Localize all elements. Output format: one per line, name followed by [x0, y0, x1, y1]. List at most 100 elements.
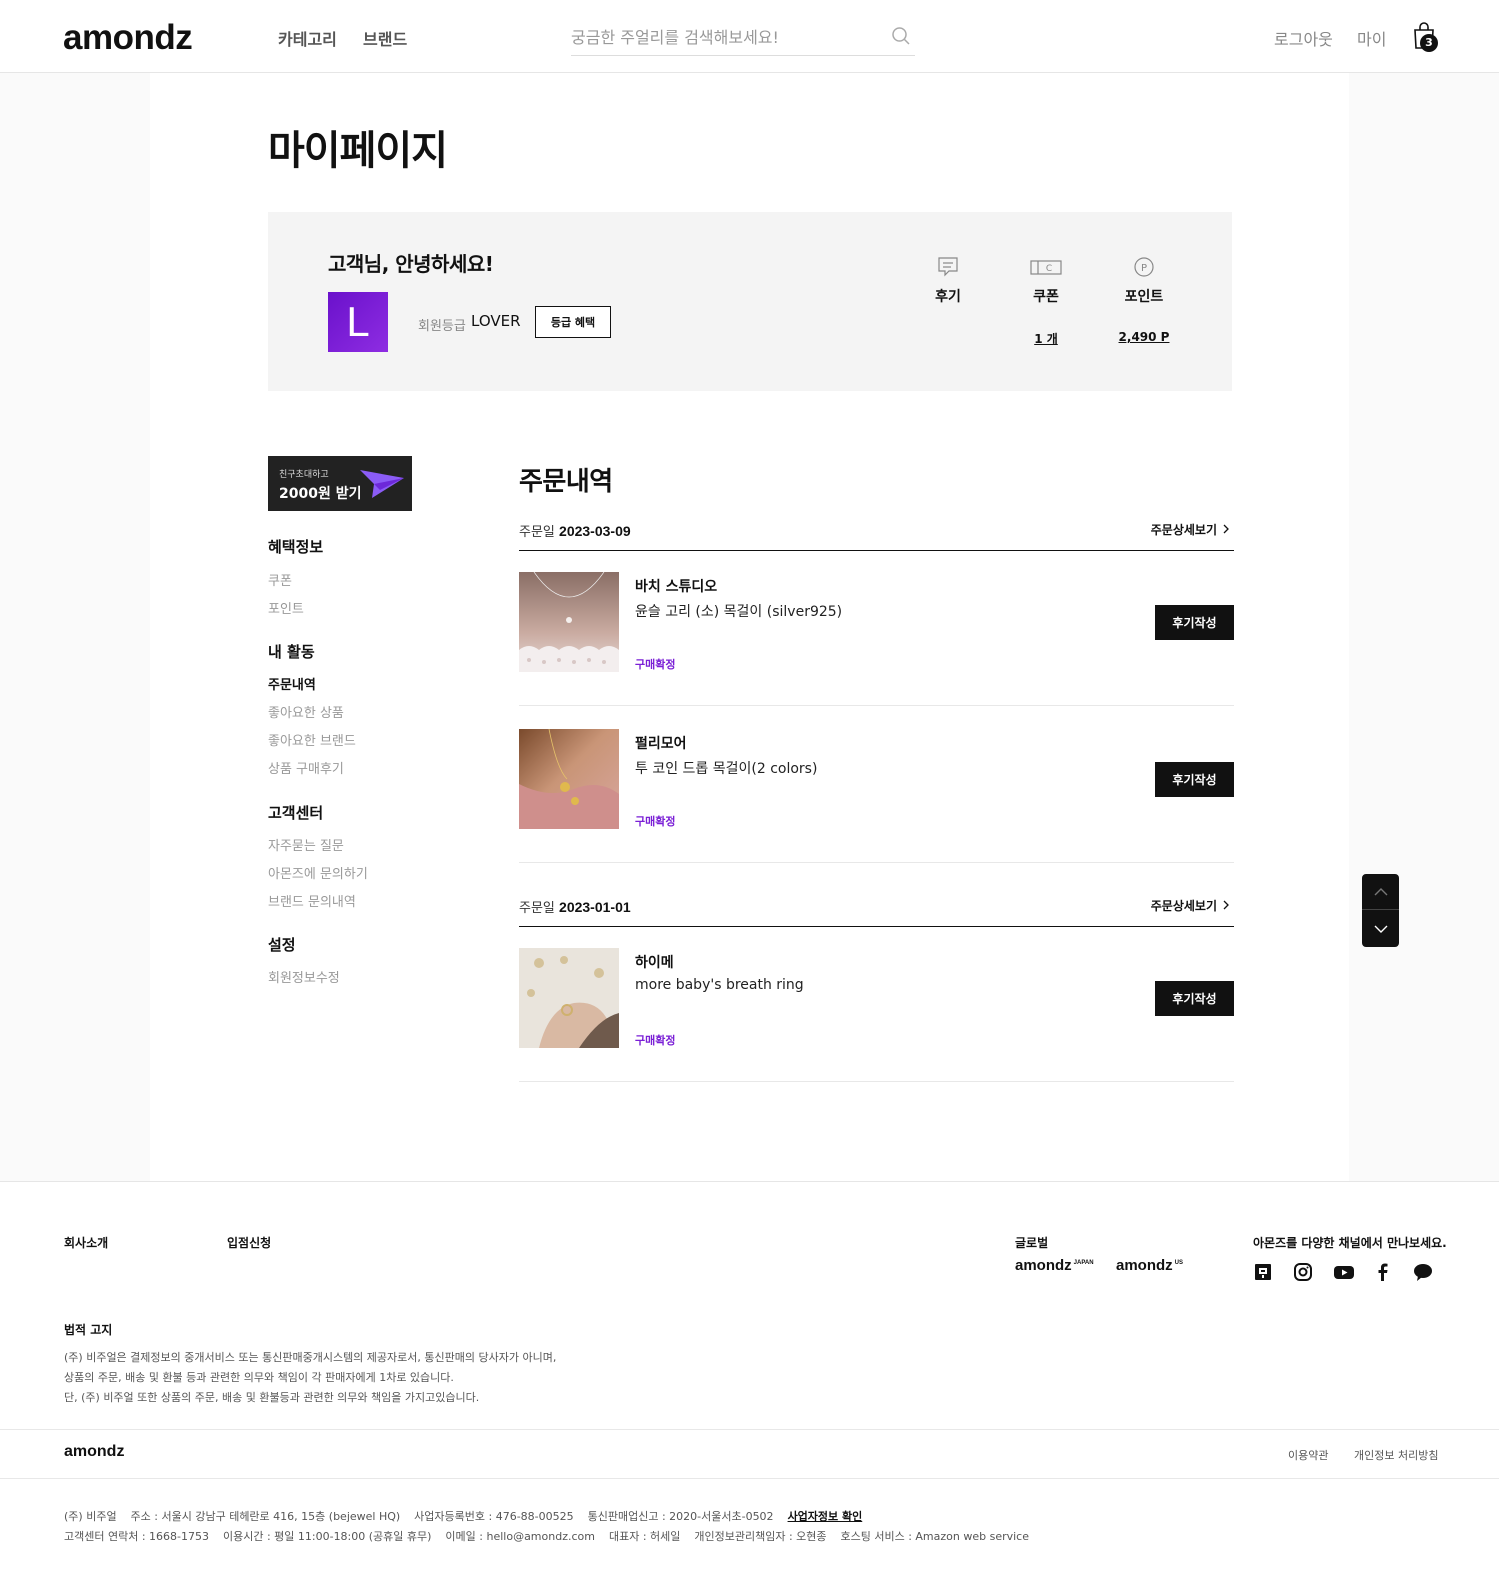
product-brand[interactable]: 펄리모어 — [635, 733, 687, 753]
grade-benefit-button[interactable]: 등급 혜택 — [535, 306, 611, 338]
order-group-header: 주문일 2023-01-01 주문상세보기 — [519, 897, 1234, 927]
legal-line: 단, (주) 비주얼 또한 상품의 주문, 배송 및 환불등과 관련한 의무와 … — [64, 1391, 480, 1404]
invite-banner[interactable]: 친구초대하고 2000원 받기 — [268, 456, 412, 511]
review-icon — [908, 256, 988, 278]
global-site-us-name: amondz — [1116, 1257, 1173, 1274]
write-review-button[interactable]: 후기작성 — [1155, 762, 1234, 797]
footer: 회사소개 입점신청 글로벌 amondz JAPAN amondz US 아몬즈를 … — [0, 1181, 1499, 1591]
footer-logo[interactable]: amondz — [64, 1443, 124, 1461]
side-item-point[interactable]: 포인트 — [268, 598, 304, 617]
stat-coupon[interactable]: C 쿠폰 1 개 — [1006, 256, 1086, 346]
blog-icon[interactable] — [1253, 1262, 1275, 1284]
terms-link[interactable]: 이용약관 — [1288, 1447, 1328, 1463]
biz-check-link[interactable]: 사업자정보 확인 — [788, 1510, 863, 1523]
side-item-reviews[interactable]: 상품 구매후기 — [268, 758, 344, 777]
footer-bar: amondz 이용약관 개인정보 처리방침 — [0, 1429, 1499, 1479]
logout-link[interactable]: 로그아웃 — [1274, 26, 1333, 50]
side-item-faq[interactable]: 자주묻는 질문 — [268, 835, 344, 854]
order-detail-link[interactable]: 주문상세보기 — [1151, 897, 1230, 914]
cart-count-badge: 3 — [1420, 34, 1438, 52]
product-name[interactable]: 윤슬 고리 (소) 목걸이 (silver925) — [635, 601, 842, 621]
header: amondz 카테고리 브랜드 로그아웃 마이 3 — [0, 0, 1499, 73]
side-item-coupon[interactable]: 쿠폰 — [268, 570, 292, 589]
search-bar — [571, 20, 915, 56]
write-review-button[interactable]: 후기작성 — [1155, 981, 1234, 1016]
global-site-japan[interactable]: amondz JAPAN — [1015, 1257, 1094, 1274]
side-heading-settings: 설정 — [268, 936, 296, 954]
svg-text:C: C — [1046, 264, 1052, 274]
stat-review-label: 후기 — [935, 289, 961, 305]
search-input[interactable] — [571, 20, 871, 54]
order-status: 구매확정 — [635, 1034, 676, 1047]
side-item-brand-inquiry[interactable]: 브랜드 문의내역 — [268, 891, 356, 910]
order-item: 펄리모어 투 코인 드롭 목걸이(2 colors) 구매확정 후기작성 — [519, 705, 1234, 863]
company-info-text: (주) 비주얼 주소 : 서울시 강남구 테헤란로 416, 15층 (beje… — [64, 1510, 774, 1523]
product-image-necklace[interactable] — [519, 572, 619, 672]
svg-text:P: P — [1141, 263, 1147, 274]
order-item: 하이메 more baby's breath ring 구매확정 후기작성 — [519, 924, 1234, 1082]
page-title: 마이페이지 — [268, 128, 448, 174]
kakao-icon[interactable] — [1413, 1262, 1435, 1284]
legal-line: 상품의 주문, 배송 및 환불 등과 관련한 의무와 책임이 각 판매자에게 1… — [64, 1371, 454, 1384]
point-icon: P — [1104, 256, 1184, 278]
write-review-button[interactable]: 후기작성 — [1155, 605, 1234, 640]
my-link[interactable]: 마이 — [1357, 26, 1386, 50]
side-item-inquiry[interactable]: 아몬즈에 문의하기 — [268, 863, 368, 882]
stat-point-value[interactable]: 2,490 P — [1104, 330, 1184, 346]
greeting: 고객님, 안녕하세요! — [328, 252, 494, 276]
global-site-japan-region: JAPAN — [1073, 1260, 1094, 1266]
chevron-right-icon — [1223, 899, 1230, 913]
order-detail-link[interactable]: 주문상세보기 — [1151, 521, 1230, 538]
order-date-label: 주문일 — [519, 525, 555, 540]
side-heading-benefit: 혜택정보 — [268, 538, 324, 556]
stat-point-label: 포인트 — [1124, 289, 1164, 305]
global-site-japan-name: amondz — [1015, 1257, 1072, 1274]
product-name[interactable]: 투 코인 드롭 목걸이(2 colors) — [635, 758, 817, 778]
product-brand[interactable]: 하이메 — [635, 952, 674, 972]
member-summary: 고객님, 안녕하세요! L 회원등급 LOVER 등급 혜택 후기 C 쿠폰 1… — [268, 212, 1232, 391]
order-date-value: 2023-03-09 — [559, 523, 631, 539]
order-item: 바치 스튜디오 윤슬 고리 (소) 목걸이 (silver925) 구매확정 후… — [519, 548, 1234, 706]
facebook-icon[interactable] — [1373, 1262, 1395, 1284]
nav-category[interactable]: 카테고리 — [278, 26, 337, 50]
stat-point[interactable]: P 포인트 2,490 P — [1104, 256, 1184, 346]
product-image-coin-necklace[interactable] — [519, 729, 619, 829]
stat-review[interactable]: 후기 — [908, 256, 988, 346]
scroll-down-icon[interactable] — [1362, 911, 1399, 947]
chevron-right-icon — [1223, 523, 1230, 537]
order-group-header: 주문일 2023-03-09 주문상세보기 — [519, 521, 1234, 551]
product-image-ring[interactable] — [519, 948, 619, 1048]
global-site-us-region: US — [1174, 1260, 1184, 1266]
order-date: 주문일 2023-01-01 — [519, 897, 631, 916]
order-detail-label: 주문상세보기 — [1150, 523, 1217, 537]
instagram-icon[interactable] — [1293, 1262, 1315, 1284]
legal-title: 법적 고지 — [64, 1323, 113, 1337]
coupon-icon: C — [1006, 256, 1086, 278]
privacy-link[interactable]: 개인정보 처리방침 — [1354, 1447, 1438, 1463]
order-date-value: 2023-01-01 — [559, 899, 631, 915]
product-brand[interactable]: 바치 스튜디오 — [635, 576, 717, 596]
side-item-orders[interactable]: 주문내역 — [268, 674, 316, 693]
search-icon[interactable] — [891, 26, 913, 48]
stat-coupon-label: 쿠폰 — [1033, 289, 1059, 305]
invite-sub: 친구초대하고 — [279, 470, 329, 480]
company-info-line: (주) 비주얼 주소 : 서울시 강남구 테헤란로 416, 15층 (beje… — [64, 1508, 862, 1524]
footer-company-link[interactable]: 회사소개 — [64, 1234, 108, 1251]
order-status: 구매확정 — [635, 815, 676, 828]
side-item-liked-brands[interactable]: 좋아요한 브랜드 — [268, 730, 356, 749]
scroll-up-icon[interactable] — [1362, 874, 1399, 910]
side-item-profile-edit[interactable]: 회원정보수정 — [268, 967, 340, 986]
footer-channel-label: 아몬즈를 다양한 채널에서 만나보세요. — [1253, 1236, 1447, 1250]
invite-main: 2000원 받기 — [279, 486, 362, 502]
global-site-us[interactable]: amondz US — [1116, 1257, 1183, 1274]
order-date: 주문일 2023-03-09 — [519, 521, 631, 540]
grade-label: 회원등급 — [418, 319, 466, 334]
footer-partner-link[interactable]: 입점신청 — [227, 1234, 271, 1251]
logo[interactable]: amondz — [63, 18, 193, 58]
stat-coupon-value[interactable]: 1 개 — [1006, 330, 1086, 346]
nav-brand[interactable]: 브랜드 — [363, 26, 407, 50]
youtube-icon[interactable] — [1333, 1262, 1355, 1284]
product-name[interactable]: more baby's breath ring — [635, 977, 804, 993]
side-item-liked-products[interactable]: 좋아요한 상품 — [268, 702, 344, 721]
order-date-label: 주문일 — [519, 901, 555, 916]
